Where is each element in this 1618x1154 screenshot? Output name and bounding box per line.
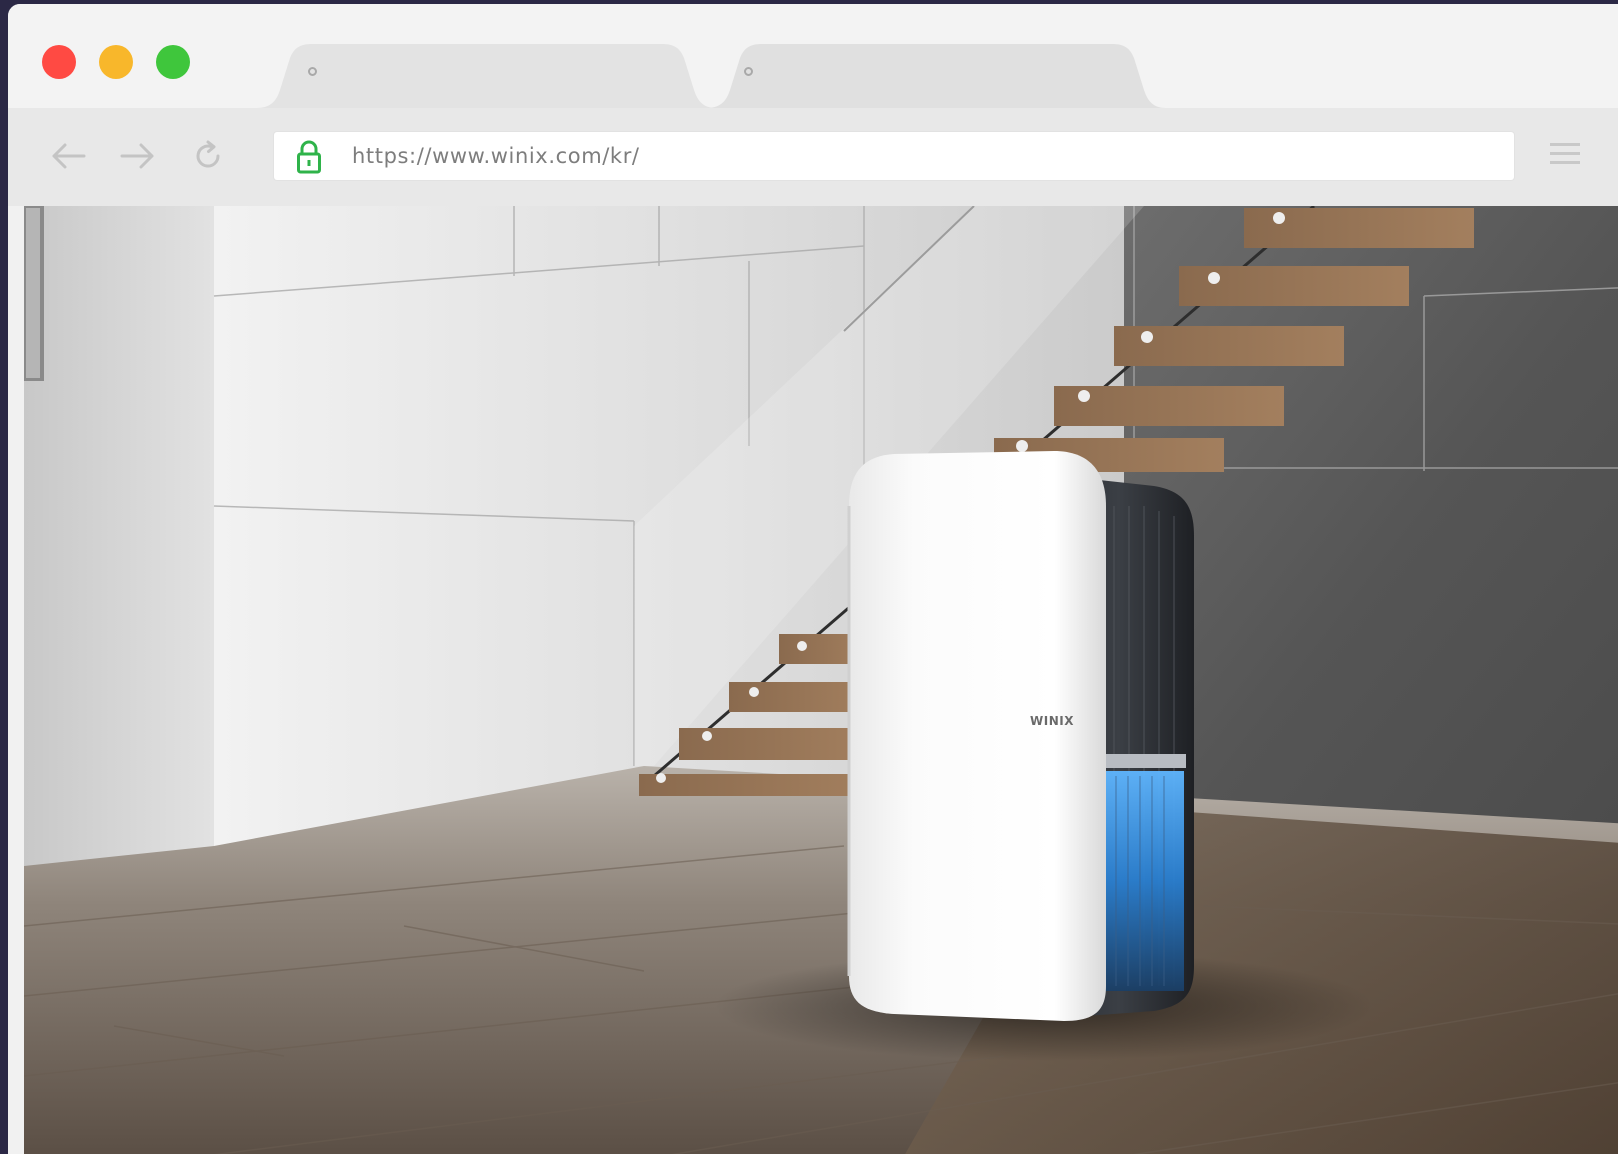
hero-image: [24, 206, 1618, 1154]
title-bar: [8, 4, 1618, 108]
tab-shape-1: [256, 44, 716, 108]
browser-tab-2[interactable]: [706, 44, 1166, 108]
arrow-left-icon: [52, 143, 86, 169]
reload-button[interactable]: [188, 136, 228, 176]
browser-window: https://www.winix.com/kr/ WINIX: [8, 4, 1618, 1154]
forward-button[interactable]: [118, 136, 158, 176]
close-window-button[interactable]: [42, 45, 76, 79]
browser-menu-button[interactable]: [1550, 138, 1580, 174]
browser-toolbar: https://www.winix.com/kr/: [8, 108, 1618, 206]
winix-logo: WINIX: [1030, 714, 1074, 728]
url-text[interactable]: https://www.winix.com/kr/: [352, 132, 640, 180]
tab-favicon-placeholder: [308, 67, 317, 76]
lock-icon: [297, 140, 321, 174]
browser-tab-1[interactable]: [256, 44, 716, 108]
tab-shape-2: [706, 44, 1166, 108]
back-button[interactable]: [48, 136, 88, 176]
address-bar[interactable]: https://www.winix.com/kr/: [274, 132, 1514, 180]
menu-line: [1550, 152, 1580, 155]
minimize-window-button[interactable]: [99, 45, 133, 79]
arrow-right-icon: [120, 143, 154, 169]
page-viewport: WINIX: [24, 206, 1618, 1154]
menu-line: [1550, 143, 1580, 146]
tab-favicon-placeholder: [744, 67, 753, 76]
maximize-window-button[interactable]: [156, 45, 190, 79]
reload-icon: [196, 140, 220, 168]
menu-line: [1550, 161, 1580, 164]
